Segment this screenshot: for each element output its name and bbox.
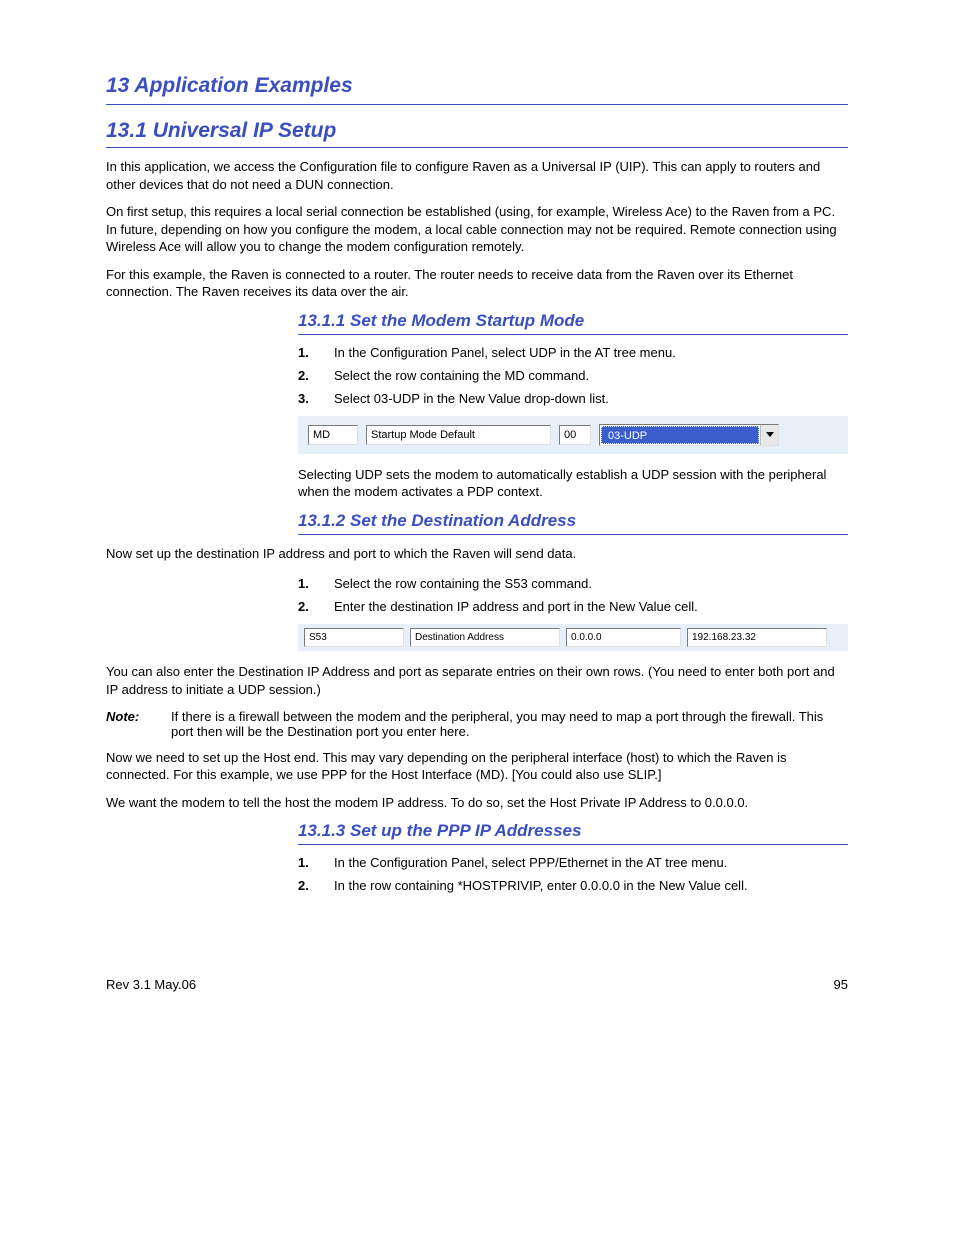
note-block: Note: If there is a firewall between the… bbox=[106, 709, 848, 739]
mode-dropdown[interactable]: 03-UDP bbox=[599, 424, 779, 446]
config-row-s53: S53 Destination Address 0.0.0.0 192.168.… bbox=[298, 624, 848, 651]
value-field[interactable]: 0.0.0.0 bbox=[566, 628, 681, 647]
desc-field[interactable]: Startup Mode Default bbox=[366, 425, 551, 445]
step-number: 1. bbox=[298, 851, 334, 874]
subsection-title-ppp-ip: 13.1.3 Set up the PPP IP Addresses bbox=[298, 821, 848, 845]
footer-right: 95 bbox=[834, 977, 848, 992]
dropdown-selected: 03-UDP bbox=[601, 426, 759, 444]
subsection-title-destination-address: 13.1.2 Set the Destination Address bbox=[298, 511, 848, 535]
desc-field[interactable]: Destination Address bbox=[410, 628, 560, 647]
steps-destination-address: 1. Select the row containing the S53 com… bbox=[298, 572, 706, 618]
intro-paragraph: In this application, we access the Confi… bbox=[106, 158, 848, 193]
step-text: Select the row containing the MD command… bbox=[334, 364, 684, 387]
subsection-title-startup-mode: 13.1.1 Set the Modem Startup Mode bbox=[298, 311, 848, 335]
steps-ppp-ip: 1. In the Configuration Panel, select PP… bbox=[298, 851, 756, 897]
step-number: 2. bbox=[298, 595, 334, 618]
lead-paragraph: Now set up the destination IP address an… bbox=[106, 545, 848, 563]
explanation-paragraph: Selecting UDP sets the modem to automati… bbox=[298, 466, 848, 501]
step-number: 2. bbox=[298, 364, 334, 387]
step-text: In the row containing *HOSTPRIVIP, enter… bbox=[334, 874, 756, 897]
body-paragraph: We want the modem to tell the host the m… bbox=[106, 794, 848, 812]
step-text: Select the row containing the S53 comman… bbox=[334, 572, 706, 595]
new-value-field[interactable]: 192.168.23.32 bbox=[687, 628, 827, 647]
page-footer: Rev 3.1 May.06 95 bbox=[106, 977, 848, 992]
cmd-field[interactable]: S53 bbox=[304, 628, 404, 647]
intro-paragraph: For this example, the Raven is connected… bbox=[106, 266, 848, 301]
section-title: 13.1 Universal IP Setup bbox=[106, 119, 848, 148]
step-text: In the Configuration Panel, select UDP i… bbox=[334, 341, 684, 364]
step-text: In the Configuration Panel, select PPP/E… bbox=[334, 851, 756, 874]
chevron-down-icon[interactable] bbox=[760, 425, 778, 445]
value-field[interactable]: 00 bbox=[559, 425, 591, 445]
step-number: 3. bbox=[298, 387, 334, 410]
steps-startup-mode: 1. In the Configuration Panel, select UD… bbox=[298, 341, 684, 410]
step-text: Select 03-UDP in the New Value drop-down… bbox=[334, 387, 684, 410]
note-body: If there is a firewall between the modem… bbox=[171, 709, 848, 739]
config-row-md: MD Startup Mode Default 00 03-UDP bbox=[298, 416, 848, 454]
step-text: Enter the destination IP address and por… bbox=[334, 595, 706, 618]
step-number: 1. bbox=[298, 341, 334, 364]
step-number: 2. bbox=[298, 874, 334, 897]
footer-left: Rev 3.1 May.06 bbox=[106, 977, 196, 992]
explanation-paragraph: You can also enter the Destination IP Ad… bbox=[106, 663, 848, 698]
cmd-field[interactable]: MD bbox=[308, 425, 358, 445]
note-label: Note: bbox=[106, 709, 171, 724]
intro-paragraph: On first setup, this requires a local se… bbox=[106, 203, 848, 256]
chapter-title: 13 Application Examples bbox=[106, 74, 848, 105]
step-number: 1. bbox=[298, 572, 334, 595]
body-paragraph: Now we need to set up the Host end. This… bbox=[106, 749, 848, 784]
